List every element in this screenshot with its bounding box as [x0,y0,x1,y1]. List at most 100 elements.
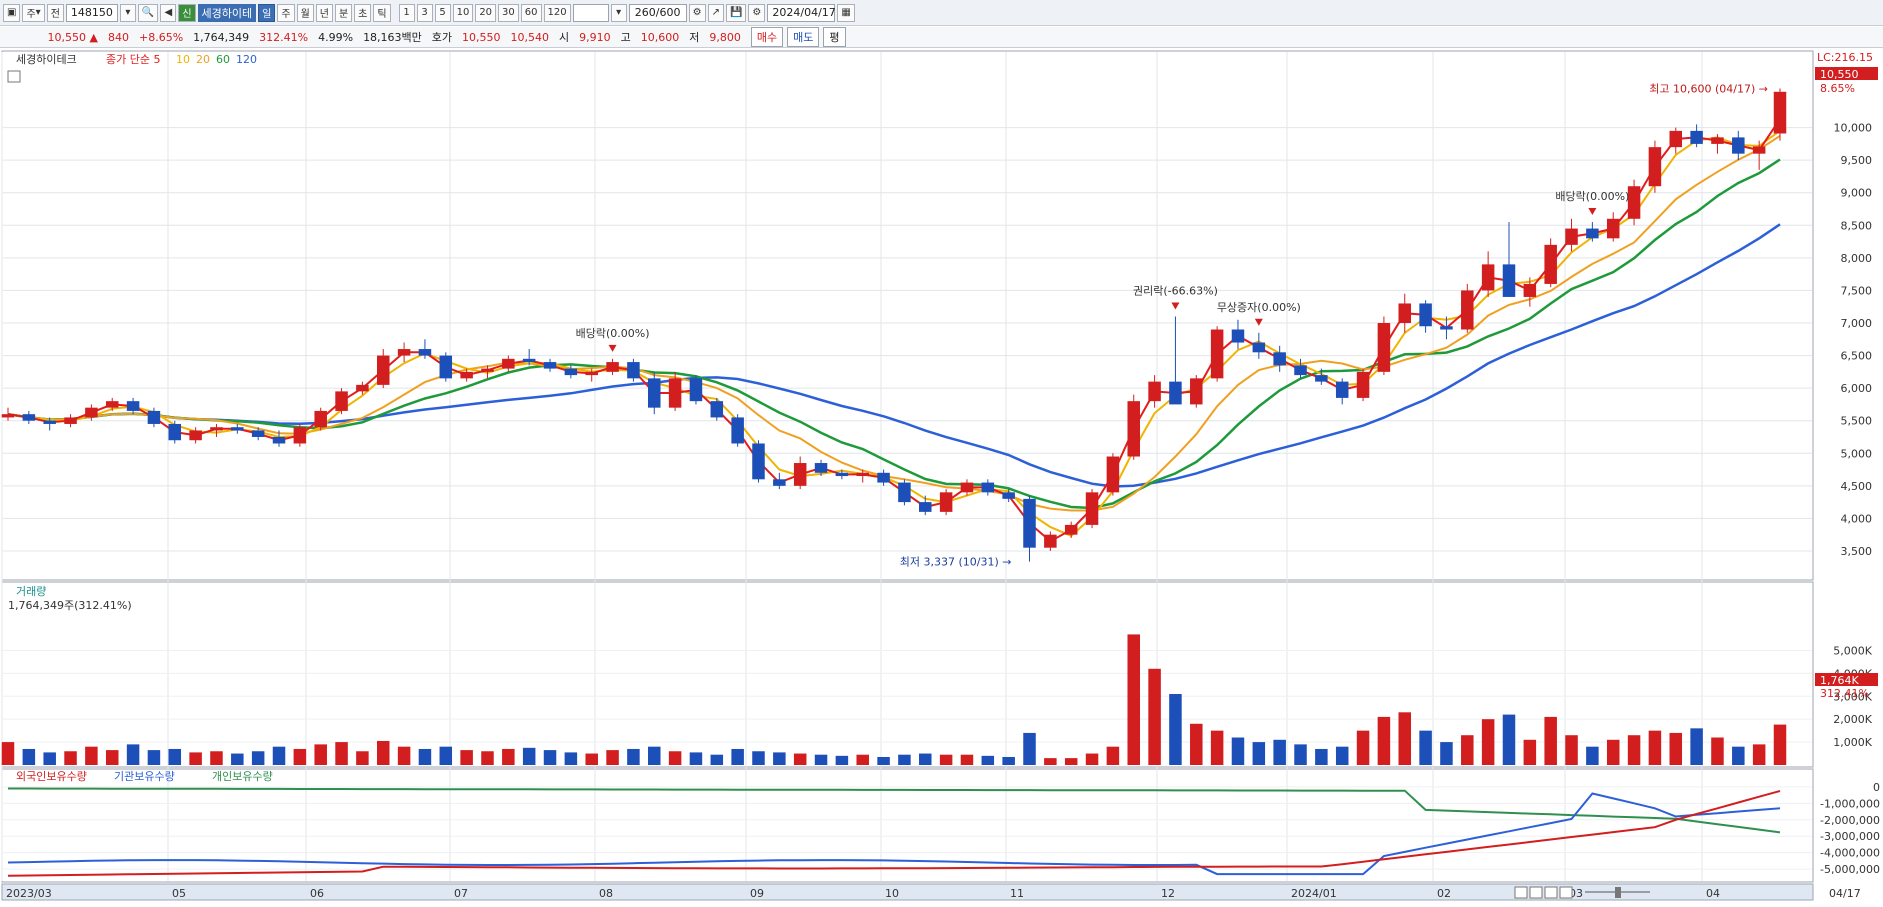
volume-bar [43,752,56,765]
x-tick-label: 06 [310,887,324,900]
tf-second[interactable]: 초 [354,3,372,22]
last-volume-pct: 312.41% [1820,687,1869,700]
volume-bar [460,750,473,765]
panel-menu-icon[interactable] [7,70,21,83]
stock-code-input[interactable]: 148150 [65,3,118,22]
layout-icon[interactable]: ▣ [3,3,21,22]
candle-body [1064,524,1078,535]
candle-body [1669,130,1683,148]
legend-individual: 개인보유수량 [212,770,273,783]
price-tick-label: 5,000 [1841,447,1873,460]
volume-bar [1606,739,1620,765]
search-icon[interactable]: 🔍 [137,3,159,22]
tools-icon[interactable]: ⚙ [688,3,706,22]
candle-body [627,362,640,379]
stop-button[interactable] [1544,886,1558,899]
bar-count-input[interactable]: 260/600 [628,3,687,22]
num-3[interactable]: 3 [416,3,433,22]
rewind-button[interactable] [1529,886,1543,899]
volume-bar [1773,724,1787,765]
period-select[interactable]: 주 ▾ [22,3,45,22]
num-120[interactable]: 120 [543,3,571,22]
high-price: 10,600 [640,30,680,44]
volume-bar [1502,714,1516,765]
num-10[interactable]: 10 [452,3,474,22]
zoom-slider-handle[interactable] [1615,887,1621,898]
volume-bar [585,753,598,765]
volume-bar [1440,742,1453,765]
holdings-tick-label: -5,000,000 [1820,863,1880,876]
chart-toolbar: ▣ 주 ▾ 전 148150 ▾ 🔍 ◀ 신 세경하이테 일 주 월 년 분 초 … [0,0,1883,26]
candle-body [981,482,995,493]
cursor-icon[interactable]: ↗ [707,3,724,22]
volume-bar [1335,746,1349,765]
candle-body [1085,492,1099,525]
interval-dropdown-icon[interactable]: ▾ [610,3,627,22]
settings-icon[interactable]: ⚙ [748,3,766,22]
interval-input[interactable] [572,3,609,22]
num-30[interactable]: 30 [498,3,519,22]
volume-bar [502,748,515,765]
legend-ma60: 60 [216,53,230,66]
price-tick-label: 8,000 [1841,252,1873,265]
holdings-tick-label: -4,000,000 [1820,847,1880,860]
candle-body [418,349,432,356]
volume-bar [293,748,307,765]
volume-bar [231,753,244,765]
price-tick-label: 4,500 [1841,480,1873,493]
candle-body [439,355,453,379]
volume-bar [877,756,890,765]
candle-body [1044,534,1057,548]
forward-button[interactable] [1559,886,1573,899]
low-price: 9,800 [709,30,741,44]
tf-month[interactable]: 월 [296,3,314,22]
x-tick-label: 2024/01 [1291,887,1337,900]
candle-body [1273,352,1286,366]
x-tick-label: 07 [454,887,468,900]
volume-bar [981,755,995,765]
volume-bar [1419,730,1432,765]
mode-button[interactable]: 전 [46,3,64,22]
sound-icon[interactable]: ◀ [160,3,177,22]
num-60[interactable]: 60 [520,3,542,22]
volume-bar [1669,732,1683,765]
sell-button[interactable]: 매도 [787,27,820,47]
candle-body [1335,381,1349,398]
volume-bar [1377,716,1391,765]
x-tick-label: 2023/03 [6,887,52,900]
turnover-pct: 4.99% [318,30,354,44]
tf-year[interactable]: 년 [315,3,333,22]
holdings-tick-label: -1,000,000 [1820,797,1880,810]
volume-bar [1565,735,1578,765]
code-dropdown-icon[interactable]: ▾ [119,3,136,22]
volume-bar [1648,730,1662,765]
volume-bar [606,750,619,765]
num-20[interactable]: 20 [475,3,497,22]
candle-body [147,410,161,424]
volume-bar [522,747,536,765]
candle-body [1690,130,1703,144]
new-icon[interactable]: 신 [178,3,196,22]
candle-body [793,463,807,486]
evaluate-button[interactable]: 평 [823,27,846,47]
volume-bar [85,746,98,765]
calendar-icon[interactable]: ▦ [837,3,855,22]
tf-day[interactable]: 일 [258,3,276,22]
volume-bar [898,754,911,765]
chart-svg: 배당락(0.00%) 권리락(-66.63%) 무상증자(0.00%) 배당락(0.0… [1,50,1880,901]
save-icon[interactable]: 💾 [725,3,747,22]
volume-bar [710,754,724,765]
tf-week[interactable]: 주 [277,3,295,22]
last-volume-label: 1,764K [1820,674,1859,687]
date-input[interactable]: 2024/04/17 [767,3,836,22]
num-1[interactable]: 1 [398,3,415,22]
num-5[interactable]: 5 [434,3,451,22]
chart-area[interactable]: 배당락(0.00%) 권리락(-66.63%) 무상증자(0.00%) 배당락(0.0… [0,49,1883,904]
play-button[interactable] [1514,886,1528,899]
buy-button[interactable]: 매수 [750,27,784,47]
volume-bar [1127,634,1140,765]
volume-bar [64,751,77,765]
stock-name[interactable]: 세경하이테 [197,3,257,22]
tf-tick[interactable]: 틱 [373,3,391,22]
tf-minute[interactable]: 분 [334,3,353,22]
